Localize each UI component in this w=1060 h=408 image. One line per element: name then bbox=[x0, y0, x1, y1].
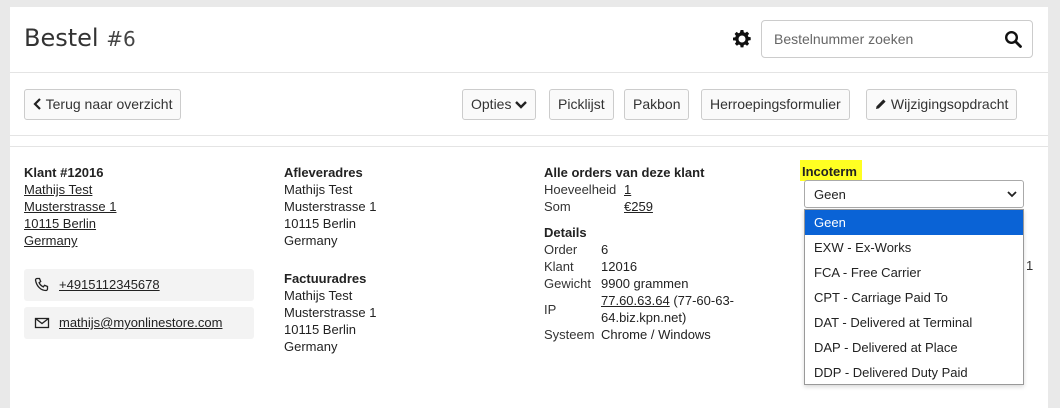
customer-value: 12016 bbox=[601, 259, 638, 274]
customer-section: Klant #12016 Mathijs Test Musterstrasse … bbox=[24, 164, 116, 249]
invoice-country: Germany bbox=[284, 339, 338, 354]
phone-contact[interactable]: +4915112345678 bbox=[24, 269, 254, 301]
phone-icon bbox=[34, 277, 49, 292]
back-button[interactable]: Terug naar overzicht bbox=[24, 89, 182, 120]
incoterm-select[interactable]: Geen bbox=[804, 180, 1024, 208]
customer-heading: Klant #12016 bbox=[24, 165, 104, 180]
options-button[interactable]: Opties bbox=[462, 89, 537, 120]
sum-link[interactable]: €259 bbox=[624, 199, 653, 214]
page-title-text: Bestel bbox=[24, 24, 99, 52]
details-section: Details Order 6 Klant 12016 Gewicht 9900 gr… bbox=[544, 224, 736, 343]
search-input[interactable] bbox=[772, 28, 992, 50]
withdrawal-form-button[interactable]: Herroepingsformulier bbox=[701, 89, 850, 120]
invoice-street: Musterstrasse 1 bbox=[284, 305, 377, 320]
options-button-label: Opties bbox=[471, 96, 512, 112]
picklist-button[interactable]: Picklijst bbox=[549, 89, 614, 120]
incoterm-label: Incoterm bbox=[800, 160, 862, 181]
toolbar: Terug naar overzicht Opties Picklijst Pa… bbox=[10, 74, 1048, 136]
order-number: #6 bbox=[106, 27, 136, 51]
partial-text: 1 bbox=[1026, 258, 1034, 273]
change-order-button[interactable]: Wijzigingsopdracht bbox=[866, 89, 1018, 120]
details-table: Order 6 Klant 12016 Gewicht 9900 grammen IP… bbox=[544, 241, 736, 343]
system-label: Systeem bbox=[544, 327, 595, 342]
invoice-address-section: Factuuradres Mathijs Test Musterstrasse … bbox=[284, 270, 376, 355]
sum-label: Som bbox=[544, 199, 571, 214]
incoterm-option[interactable]: Geen bbox=[805, 210, 1023, 235]
quantity-label: Hoeveelheid bbox=[544, 182, 617, 197]
incoterm-option[interactable]: DAT - Delivered at Terminal bbox=[805, 310, 1023, 335]
back-button-label: Terug naar overzicht bbox=[45, 96, 173, 112]
customer-country-link[interactable]: Germany bbox=[24, 232, 116, 249]
invoice-heading: Factuuradres bbox=[284, 271, 367, 286]
orders-heading: Alle orders van deze klant bbox=[544, 165, 705, 180]
picklist-button-label: Picklijst bbox=[558, 96, 605, 112]
customer-name-link[interactable]: Mathijs Test bbox=[24, 181, 116, 198]
customer-label: Klant bbox=[544, 259, 574, 274]
page-header: Bestel #6 bbox=[10, 7, 1048, 73]
pencil-icon bbox=[876, 99, 886, 110]
packing-slip-button[interactable]: Pakbon bbox=[624, 89, 690, 120]
order-card: Bestel #6 Terug naar overzicht Opties Pi… bbox=[10, 7, 1048, 408]
details-heading: Details bbox=[544, 225, 587, 240]
delivery-country: Germany bbox=[284, 233, 338, 248]
ip-label: IP bbox=[544, 301, 557, 317]
chevron-down-icon bbox=[515, 100, 528, 109]
email-link[interactable]: mathijs@myonlinestore.com bbox=[59, 315, 222, 330]
quantity-link[interactable]: 1 bbox=[624, 182, 631, 197]
divider bbox=[10, 137, 1048, 147]
envelope-icon bbox=[34, 317, 50, 329]
packing-slip-button-label: Pakbon bbox=[633, 96, 681, 112]
chevron-left-icon bbox=[33, 98, 41, 111]
chevron-down-icon bbox=[1007, 191, 1017, 198]
orders-row: Som €259 bbox=[544, 198, 653, 215]
phone-link[interactable]: +4915112345678 bbox=[59, 277, 160, 292]
incoterm-selected-value: Geen bbox=[814, 187, 846, 202]
delivery-heading: Afleveradres bbox=[284, 165, 363, 180]
incoterm-option[interactable]: FCA - Free Carrier bbox=[805, 260, 1023, 285]
incoterm-dropdown: Geen EXW - Ex-Works FCA - Free Carrier C… bbox=[804, 209, 1024, 385]
search-icon[interactable] bbox=[1004, 30, 1022, 48]
invoice-name: Mathijs Test bbox=[284, 288, 353, 303]
email-contact[interactable]: mathijs@myonlinestore.com bbox=[24, 307, 254, 339]
incoterm-option[interactable]: EXW - Ex-Works bbox=[805, 235, 1023, 260]
customer-orders-section: Alle orders van deze klant Hoeveelheid 1… bbox=[544, 164, 704, 215]
weight-value: 9900 grammen bbox=[601, 276, 689, 291]
search-field[interactable] bbox=[761, 20, 1033, 58]
delivery-address-section: Afleveradres Mathijs Test Musterstrasse … bbox=[284, 164, 376, 249]
gear-icon[interactable] bbox=[732, 29, 752, 49]
change-order-button-label: Wijzigingsopdracht bbox=[890, 96, 1009, 112]
withdrawal-form-button-label: Herroepingsformulier bbox=[710, 96, 841, 112]
customer-city-link[interactable]: 10115 Berlin bbox=[24, 215, 116, 232]
order-value: 6 bbox=[601, 242, 609, 257]
delivery-street: Musterstrasse 1 bbox=[284, 199, 377, 214]
order-label: Order bbox=[544, 242, 578, 257]
orders-row: Hoeveelheid 1 bbox=[544, 181, 653, 198]
page-title: Bestel #6 bbox=[24, 24, 136, 52]
orders-table: Hoeveelheid 1 Som €259 bbox=[544, 181, 653, 215]
incoterm-option[interactable]: DAP - Delivered at Place bbox=[805, 335, 1023, 360]
ip-link[interactable]: 77.60.63.64 bbox=[601, 293, 670, 308]
delivery-city: 10115 Berlin bbox=[284, 216, 357, 231]
customer-street-link[interactable]: Musterstrasse 1 bbox=[24, 198, 116, 215]
invoice-city: 10115 Berlin bbox=[284, 322, 357, 337]
weight-label: Gewicht bbox=[544, 276, 591, 291]
delivery-name: Mathijs Test bbox=[284, 182, 353, 197]
system-value: Chrome / Windows bbox=[601, 327, 711, 342]
incoterm-option[interactable]: CPT - Carriage Paid To bbox=[805, 285, 1023, 310]
incoterm-option[interactable]: DDP - Delivered Duty Paid bbox=[805, 360, 1023, 385]
